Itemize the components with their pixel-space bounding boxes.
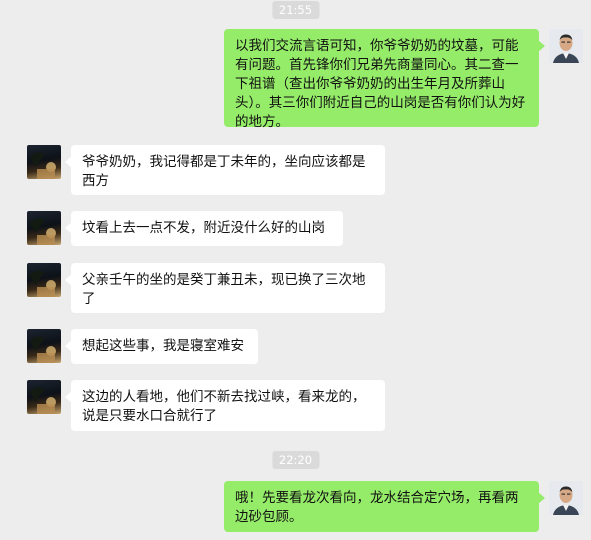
night-photo-avatar-icon	[30, 152, 56, 179]
message-text: 父亲壬午的坐的是癸丁兼丑未，现已换了三次地了	[82, 272, 366, 307]
message-text: 哦！先要看龙次看向，龙水结合定穴场，再看两边砂包顾。	[235, 490, 519, 525]
message-bubble-other[interactable]: 爷爷奶奶，我记得都是丁未年的，坐向应该都是西方	[65, 145, 385, 195]
message-text: 爷爷奶奶，我记得都是丁未年的，坐向应该都是西方	[82, 154, 366, 189]
message-text: 以我们交流言语可知，你爷爷奶奶的坟墓，可能有问题。首先锋你们兄弟先商量同心。其二…	[235, 38, 526, 130]
message-text: 想起这些事，我是寝室难安	[82, 338, 244, 354]
user-photo-avatar-icon	[549, 481, 583, 515]
message-bubble-self[interactable]: 哦！先要看龙次看向，龙水结合定穴场，再看两边砂包顾。	[224, 481, 545, 532]
message-bubble-other[interactable]: 父亲壬午的坐的是癸丁兼丑未，现已换了三次地了	[65, 263, 385, 313]
timestamp: 21:55	[271, 1, 320, 19]
message-bubble-other[interactable]: 坟看上去一点不发，附近没什么好的山岗	[65, 211, 343, 246]
timestamp: 22:20	[271, 451, 320, 469]
message-bubble-other[interactable]: 想起这些事，我是寝室难安	[65, 329, 258, 364]
message-bubble-other[interactable]: 这边的人看地，他们不新去找过峡，看来龙的，说是只要水口合就行了	[65, 380, 385, 431]
self-avatar[interactable]	[549, 29, 583, 63]
message-bubble-self[interactable]: 以我们交流言语可知，你爷爷奶奶的坟墓，可能有问题。首先锋你们兄弟先商量同心。其二…	[224, 29, 545, 130]
night-photo-avatar-icon	[30, 218, 56, 245]
contact-avatar[interactable]	[27, 380, 61, 414]
contact-avatar[interactable]	[27, 263, 61, 297]
message-text: 这边的人看地，他们不新去找过峡，看来龙的，说是只要水口合就行了	[82, 389, 366, 424]
user-photo-avatar-icon	[549, 29, 583, 63]
night-photo-avatar-icon	[30, 336, 56, 363]
night-photo-avatar-icon	[30, 387, 56, 414]
contact-avatar[interactable]	[27, 211, 61, 245]
message-text: 坟看上去一点不发，附近没什么好的山岗	[82, 220, 325, 236]
contact-avatar[interactable]	[27, 329, 61, 363]
contact-avatar[interactable]	[27, 145, 61, 179]
self-avatar[interactable]	[549, 481, 583, 515]
night-photo-avatar-icon	[30, 270, 56, 297]
